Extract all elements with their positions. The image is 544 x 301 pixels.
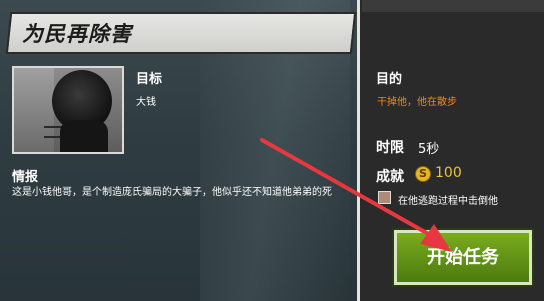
- arrow-head: [420, 224, 452, 252]
- arrow-shaft: [260, 138, 434, 238]
- pointer-arrow-icon: [260, 138, 452, 252]
